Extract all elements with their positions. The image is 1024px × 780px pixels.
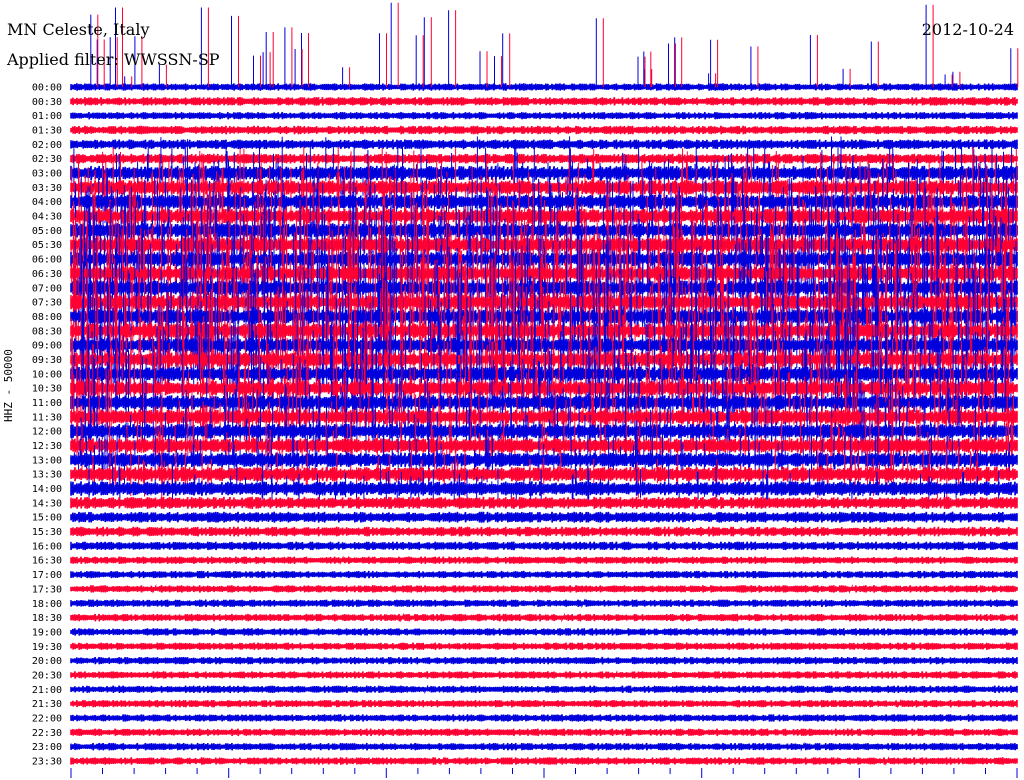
trace-0030: [70, 96, 1018, 106]
row-label: 03:00: [32, 169, 62, 180]
row-label: 02:00: [32, 140, 62, 151]
row-label: 21:30: [32, 699, 62, 710]
trace-1700: [70, 570, 1018, 579]
trace-2030: [70, 670, 1018, 680]
row-label: 12:30: [32, 441, 62, 452]
row-label: 17:30: [32, 584, 62, 595]
row-label: 01:30: [32, 126, 62, 137]
trace-2130: [70, 698, 1018, 709]
top-spikes: [97, 2, 1019, 87]
row-label: 05:30: [32, 240, 62, 251]
trace-0100: [70, 111, 1018, 120]
trace-0130: [70, 125, 1018, 135]
trace-1430: [70, 496, 1018, 510]
row-label: 18:30: [32, 613, 62, 624]
row-label: 21:00: [32, 685, 62, 696]
trace-1930: [70, 642, 1018, 651]
trace-2200: [70, 714, 1018, 722]
row-labels: 00:00 00:30 01:00 01:30 02:00 02:30 03:00 03:30…: [32, 83, 62, 768]
row-label: 00:30: [32, 97, 62, 108]
station-title: MN Celeste, Italy: [7, 20, 150, 39]
row-label: 02:30: [32, 154, 62, 165]
trace-2100: [70, 684, 1018, 695]
row-label: 11:00: [32, 398, 62, 409]
trace-2000: [70, 656, 1018, 665]
row-label: 00:00: [32, 83, 62, 94]
trace-2330: [70, 756, 1018, 766]
trace-0000: [70, 83, 1018, 91]
row-label: 10:00: [32, 369, 62, 380]
row-label: 19:00: [32, 627, 62, 638]
row-label: 14:00: [32, 484, 62, 495]
row-label: 09:30: [32, 355, 62, 366]
row-label: 07:30: [32, 298, 62, 309]
row-label: 22:00: [32, 714, 62, 725]
trace-2230: [70, 728, 1018, 737]
row-label: 19:30: [32, 642, 62, 653]
trace-1500: [70, 511, 1018, 523]
row-label: 23:30: [32, 757, 62, 768]
trace-1800: [70, 598, 1018, 609]
row-label: 11:30: [32, 412, 62, 423]
row-label: 18:00: [32, 599, 62, 610]
trace-1730: [70, 584, 1018, 594]
trace-0230: [70, 153, 1018, 164]
row-label: 08:00: [32, 312, 62, 323]
row-label: 08:30: [32, 326, 62, 337]
seismic-traces: [70, 2, 1019, 766]
row-label: 23:00: [32, 742, 62, 753]
trace-1900: [70, 628, 1018, 636]
row-label: 16:30: [32, 556, 62, 567]
trace-0200: [70, 139, 1018, 150]
row-label: 01:00: [32, 111, 62, 122]
trace-1630: [70, 555, 1018, 566]
row-label: 20:30: [32, 671, 62, 682]
trace-0300: [70, 165, 1018, 181]
row-label: 03:30: [32, 183, 62, 194]
row-label: 13:30: [32, 470, 62, 481]
row-label: 04:30: [32, 212, 62, 223]
row-label: 06:30: [32, 269, 62, 280]
seismogram-plot: 00:00 00:30 01:00 01:30 02:00 02:30 03:00 03:30…: [32, 2, 1019, 778]
filter-subtitle: Applied filter: WWSSN-SP: [7, 50, 220, 69]
row-label: 14:30: [32, 498, 62, 509]
row-label: 13:00: [32, 455, 62, 466]
row-label: 15:00: [32, 513, 62, 524]
trace-2300: [70, 741, 1018, 752]
row-label: 20:00: [32, 656, 62, 667]
trace-0500: [70, 223, 1018, 238]
row-label: 12:00: [32, 427, 62, 438]
date-label: 2012-10-24: [921, 20, 1014, 39]
row-label: 04:00: [32, 197, 62, 208]
row-label: 05:00: [32, 226, 62, 237]
row-label: 06:00: [32, 255, 62, 266]
trace-1600: [70, 541, 1018, 551]
channel-label: HHZ - 50000: [2, 349, 15, 422]
trace-1830: [70, 612, 1018, 623]
row-label: 16:00: [32, 541, 62, 552]
row-label: 09:00: [32, 341, 62, 352]
row-label: 22:30: [32, 728, 62, 739]
row-label: 07:00: [32, 283, 62, 294]
top-spikes: [90, 2, 1012, 87]
time-ticks: [70, 768, 1018, 778]
trace-1530: [70, 526, 1018, 537]
row-label: 10:30: [32, 384, 62, 395]
row-label: 17:00: [32, 570, 62, 581]
row-label: 15:30: [32, 527, 62, 538]
